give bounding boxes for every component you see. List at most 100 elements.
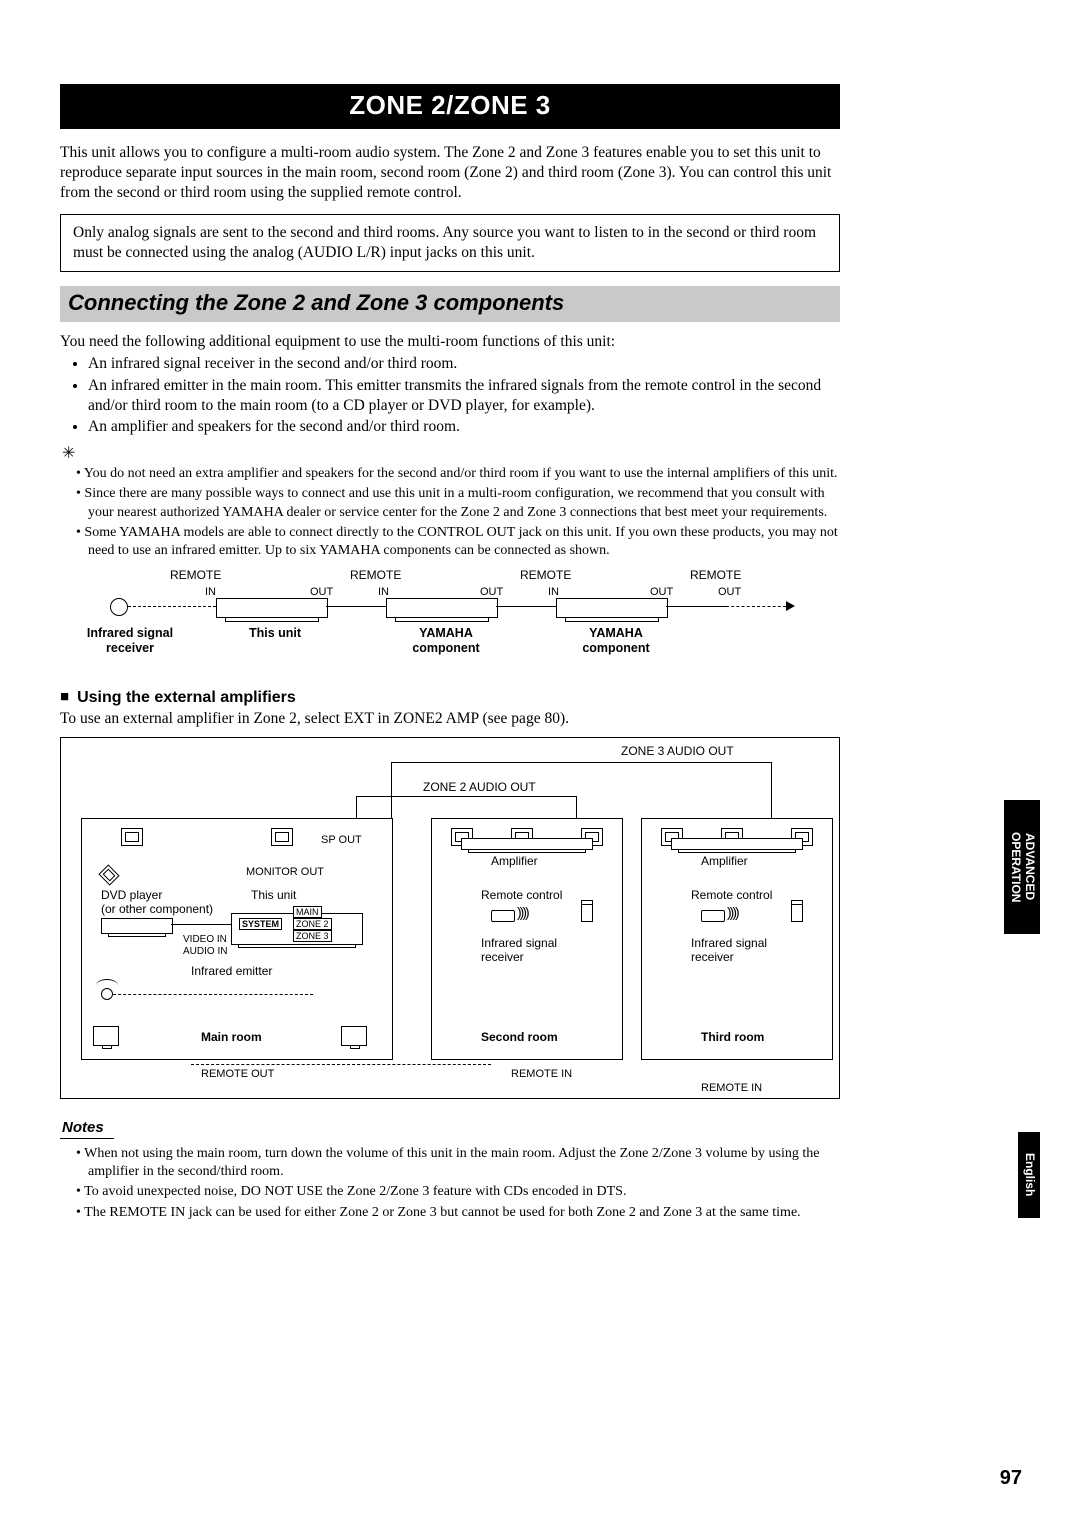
diagram-label: Infrared emitter <box>191 964 272 978</box>
remote-icon <box>491 910 515 922</box>
diagram-label: MAIN <box>293 906 322 918</box>
wave-icon: )))) <box>727 904 738 920</box>
list-item: When not using the main room, turn down … <box>76 1145 840 1181</box>
side-tab-advanced: ADVANCED OPERATION <box>1004 800 1040 934</box>
list-item: Some YAMAHA models are able to connect d… <box>76 524 840 560</box>
multiroom-diagram: ZONE 3 AUDIO OUT ZONE 2 AUDIO OUT SP OUT… <box>60 737 840 1099</box>
ir-emitter-icon <box>101 988 113 1000</box>
diagram-label: REMOTE OUT <box>201 1068 274 1080</box>
arrow-icon <box>786 601 795 611</box>
diagram-label: Infrared signal receiver <box>691 936 767 964</box>
equipment-list: An infrared signal receiver in the secon… <box>60 354 840 437</box>
diagram-label: REMOTE <box>520 568 571 582</box>
info-box: Only analog signals are sent to the seco… <box>60 214 840 272</box>
amplifier-box-icon <box>461 838 593 850</box>
diagram-label: ZONE 3 <box>293 930 332 942</box>
list-item: An infrared signal receiver in the secon… <box>88 354 840 374</box>
diagram-line <box>128 606 216 607</box>
equip-intro: You need the following additional equipm… <box>60 332 840 352</box>
component-icon <box>556 598 668 618</box>
diagram-label: ZONE 2 AUDIO OUT <box>423 780 536 794</box>
hints-list: You do not need an extra amplifier and s… <box>60 465 840 560</box>
diagram-label: Remote control <box>691 888 772 902</box>
diagram-caption: YAMAHA component <box>396 626 496 655</box>
diagram-label: Second room <box>481 1030 558 1044</box>
diagram-label: REMOTE <box>690 568 741 582</box>
notes-list: When not using the main room, turn down … <box>60 1145 840 1222</box>
diagram-label: VIDEO IN <box>183 934 227 945</box>
tv-icon <box>93 1026 119 1046</box>
speaker-icon <box>121 828 143 846</box>
remote-icon <box>701 910 725 922</box>
diagram-label: ZONE 3 AUDIO OUT <box>621 744 734 758</box>
diagram-line <box>391 762 392 818</box>
diagram-label: IN <box>548 586 559 598</box>
dvd-box-icon <box>101 918 173 934</box>
subheading-text: Using the external amplifiers <box>77 689 296 706</box>
diagram-line <box>171 924 231 925</box>
side-tab-english: English <box>1018 1132 1040 1218</box>
diagram-label: Main room <box>201 1030 262 1044</box>
diagram-label: IN <box>205 586 216 598</box>
sub-text: To use an external amplifier in Zone 2, … <box>60 709 840 729</box>
diagram-label: Amplifier <box>491 854 538 868</box>
diagram-label: ZONE 2 <box>293 918 332 930</box>
diagram-label: OUT <box>718 586 741 598</box>
diagram-label: Amplifier <box>701 854 748 868</box>
diagram-label: IN <box>378 586 389 598</box>
wave-icon: )))) <box>517 904 528 920</box>
diagram-label: REMOTE <box>350 568 401 582</box>
diagram-line <box>113 994 313 995</box>
diagram-caption: This unit <box>230 626 320 640</box>
diagram-label: Remote control <box>481 888 562 902</box>
speaker-icon <box>271 828 293 846</box>
diagram-caption: YAMAHA component <box>566 626 666 655</box>
diagram-line <box>391 762 771 763</box>
ir-receiver-icon <box>110 598 128 616</box>
diagram-line <box>576 796 577 818</box>
ir-receiver-icon <box>581 904 593 922</box>
diagram-line <box>496 606 556 607</box>
section-heading: Connecting the Zone 2 and Zone 3 compone… <box>60 286 840 322</box>
diagram-label: SYSTEM <box>239 918 282 930</box>
diagram-line <box>771 762 772 818</box>
page-number: 97 <box>1000 1467 1022 1490</box>
diagram-label: OUT <box>310 586 333 598</box>
square-bullet-icon: ■ <box>60 688 69 705</box>
list-item: The REMOTE IN jack can be used for eithe… <box>76 1204 840 1222</box>
list-item: Since there are many possible ways to co… <box>76 485 840 521</box>
diagram-label: Infrared signal receiver <box>481 936 557 964</box>
list-item: To avoid unexpected noise, DO NOT USE th… <box>76 1183 840 1201</box>
subheading-external-amp: ■ Using the external amplifiers <box>60 688 840 707</box>
diagram-label: This unit <box>251 888 296 902</box>
tv-icon <box>341 1026 367 1046</box>
hint-icon: ✳ <box>62 443 840 463</box>
component-icon <box>386 598 498 618</box>
diagram-label: OUT <box>480 586 503 598</box>
list-item: You do not need an extra amplifier and s… <box>76 465 840 483</box>
diagram-line <box>356 796 357 818</box>
list-item: An infrared emitter in the main room. Th… <box>88 376 840 416</box>
diagram-label: OUT <box>650 586 673 598</box>
page-title: ZONE 2/ZONE 3 <box>60 84 840 129</box>
diagram-line <box>726 606 786 607</box>
diagram-label: Third room <box>701 1030 764 1044</box>
notes-heading: Notes <box>60 1119 114 1139</box>
unit-icon <box>216 598 328 618</box>
diagram-line <box>356 796 576 797</box>
ir-receiver-icon <box>791 904 803 922</box>
intro-paragraph: This unit allows you to configure a mult… <box>60 143 840 202</box>
diagram-line <box>326 606 386 607</box>
diagram-label: REMOTE IN <box>701 1082 762 1094</box>
diagram-line <box>191 1064 491 1065</box>
diagram-caption: Infrared signal receiver <box>80 626 180 655</box>
list-item: An amplifier and speakers for the second… <box>88 417 840 437</box>
diagram-label: AUDIO IN <box>183 946 227 957</box>
remote-chain-diagram: REMOTE REMOTE REMOTE REMOTE IN OUT IN OU… <box>60 568 840 678</box>
diagram-label: MONITOR OUT <box>246 866 324 878</box>
amplifier-box-icon <box>671 838 803 850</box>
diagram-label: REMOTE <box>170 568 221 582</box>
diagram-line <box>666 606 726 607</box>
diagram-label: DVD player (or other component) <box>101 888 213 916</box>
diagram-label: REMOTE IN <box>511 1068 572 1080</box>
